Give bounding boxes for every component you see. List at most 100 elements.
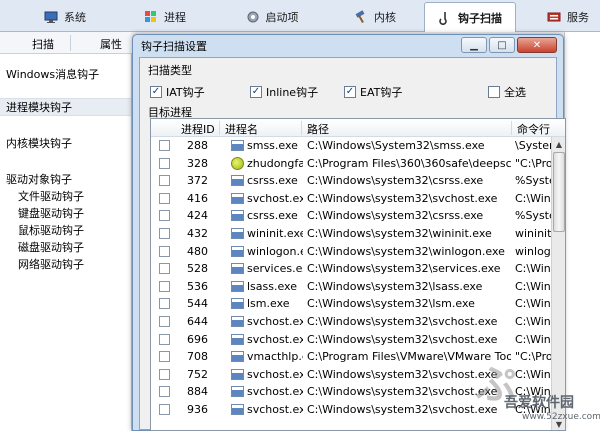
left-item-driver-object-hook[interactable]: 驱动对象钩子	[0, 171, 131, 189]
row-checkbox[interactable]	[159, 263, 170, 275]
site-watermark: ぷ 吾爱软件园 www.52zxue.com	[470, 352, 600, 428]
row-checkbox[interactable]	[159, 404, 170, 415]
process-name-cell: svchost.exe	[247, 367, 303, 381]
row-checkbox[interactable]	[159, 245, 170, 257]
col-name[interactable]: 进程名	[225, 121, 258, 136]
process-name-cell: svchost.exe	[247, 191, 303, 205]
row-checkbox[interactable]	[159, 280, 170, 292]
table-row[interactable]: 288 smss.exe C:\Windows\System32\smss.exe \…	[151, 137, 551, 155]
row-checkbox[interactable]	[159, 175, 170, 187]
props-header[interactable]: 属性	[100, 36, 122, 52]
row-checkbox[interactable]	[159, 228, 170, 239]
table-row[interactable]: 328 zhudongfan... C:\Program Files\360\360…	[151, 155, 551, 173]
exe-file-icon	[231, 228, 244, 239]
row-checkbox[interactable]	[159, 351, 170, 363]
pid-cell: 644	[187, 315, 208, 328]
scan-header[interactable]: 扫描	[32, 36, 54, 52]
row-checkbox[interactable]	[159, 210, 170, 222]
row-checkbox[interactable]	[159, 192, 170, 204]
table-row[interactable]: 644 svchost.exe C:\Windows\system32\svchos…	[151, 313, 551, 331]
iat-hook-checkbox[interactable]: ✓	[150, 86, 162, 98]
row-checkbox[interactable]	[159, 298, 170, 310]
table-row[interactable]: 480 winlogon.exe C:\Windows\system32\winlo…	[151, 243, 551, 261]
exe-file-icon	[231, 263, 244, 275]
pid-cell: 288	[187, 139, 208, 152]
pid-cell: 544	[187, 297, 208, 311]
inline-hook-option[interactable]: ✓ Inline钩子	[250, 84, 318, 100]
left-item-windows-msg-hook[interactable]: Windows消息钩子	[0, 66, 131, 84]
left-item-kernel-module-hook[interactable]: 内核模块钩子	[0, 135, 131, 153]
eat-hook-option[interactable]: ✓ EAT钩子	[344, 84, 402, 100]
path-cell: C:\Windows\system32\svchost.exe	[307, 315, 498, 328]
process-name-cell: svchost.exe	[247, 385, 303, 399]
col-cmdline[interactable]: 命令行	[517, 121, 550, 136]
row-checkbox[interactable]	[159, 140, 170, 151]
tab-services[interactable]: 服务	[536, 3, 600, 31]
tab-label: 启动项	[265, 11, 299, 24]
exe-file-icon	[231, 386, 244, 398]
pid-cell: 424	[187, 209, 208, 223]
path-cell: C:\Windows\system32\wininit.exe	[307, 227, 492, 240]
exe-file-icon	[231, 316, 244, 327]
tab-system[interactable]: 系统	[30, 3, 100, 31]
table-row[interactable]: 432 wininit.exe C:\Windows\system32\winini…	[151, 225, 551, 243]
table-row[interactable]: 528 services.exe C:\Windows\system32\servi…	[151, 260, 551, 278]
row-checkbox[interactable]	[159, 386, 170, 398]
col-pid[interactable]: 进程ID	[181, 121, 215, 136]
left-item-disk-driver-hook[interactable]: 磁盘驱动钩子	[0, 239, 131, 257]
cmdline-cell: C:\Windo	[515, 297, 551, 311]
row-checkbox[interactable]	[159, 333, 170, 345]
dialog-title: 钩子扫描设置	[141, 40, 207, 53]
cmdline-cell: C:\Windo	[515, 191, 551, 205]
table-row[interactable]: 536 lsass.exe C:\Windows\system32\lsass.ex…	[151, 278, 551, 296]
pid-cell: 416	[187, 191, 208, 205]
row-checkbox[interactable]	[159, 157, 170, 169]
left-item-process-module-hook[interactable]: 进程模块钩子	[0, 98, 131, 116]
close-button[interactable]: ✕	[517, 37, 557, 53]
tab-kernel[interactable]: 内核	[340, 3, 410, 31]
tab-startup[interactable]: 启动项	[232, 3, 312, 31]
path-cell: C:\Program Files\360\360safe\deepscan...	[307, 156, 511, 170]
scrollbar-thumb[interactable]	[553, 152, 565, 232]
left-item-file-driver-hook[interactable]: 文件驱动钩子	[0, 188, 131, 206]
eat-hook-checkbox[interactable]: ✓	[344, 86, 356, 98]
table-row[interactable]: 416 svchost.exe C:\Windows\system32\svchos…	[151, 190, 551, 208]
process-name-cell: services.exe	[247, 262, 303, 276]
process-name-cell: winlogon.exe	[247, 244, 303, 258]
inline-hook-label: Inline钩子	[266, 86, 319, 99]
header-divider	[70, 35, 71, 51]
gear-icon	[246, 10, 260, 24]
table-row[interactable]: 372 csrss.exe C:\Windows\system32\csrss.ex…	[151, 172, 551, 190]
pid-cell: 528	[187, 262, 208, 276]
col-path[interactable]: 路径	[307, 121, 329, 136]
left-item-keyboard-driver-hook[interactable]: 键盘驱动钩子	[0, 205, 131, 223]
left-item-network-driver-hook[interactable]: 网络驱动钩子	[0, 256, 131, 274]
tab-process[interactable]: 进程	[130, 3, 200, 31]
exe-file-icon	[231, 333, 244, 345]
process-name-cell: smss.exe	[247, 139, 298, 152]
path-cell: C:\Windows\system32\services.exe	[307, 262, 501, 276]
cmdline-cell: %SystemI	[515, 209, 551, 223]
select-all-option[interactable]: 全选	[488, 84, 526, 100]
close-icon: ✕	[532, 39, 542, 51]
table-row[interactable]: 424 csrss.exe C:\Windows\system32\csrss.ex…	[151, 207, 551, 225]
row-checkbox[interactable]	[159, 368, 170, 380]
exe-file-icon	[231, 140, 244, 151]
select-all-checkbox[interactable]	[488, 86, 500, 98]
inline-hook-checkbox[interactable]: ✓	[250, 86, 262, 98]
iat-hook-option[interactable]: ✓ IAT钩子	[150, 84, 205, 100]
left-item-mouse-driver-hook[interactable]: 鼠标驱动钩子	[0, 222, 131, 240]
table-row[interactable]: 696 svchost.exe C:\Windows\system32\svchos…	[151, 331, 551, 349]
pid-cell: 752	[187, 367, 208, 381]
table-row[interactable]: 544 lsm.exe C:\Windows\system32\lsm.exe C:\…	[151, 295, 551, 313]
left-panel: 扫描 属性 Windows消息钩子 进程模块钩子 内核模块钩子 驱动对象钩子 文…	[0, 32, 132, 431]
window-controls: ▁ □ ✕	[461, 37, 557, 53]
scroll-up-icon[interactable]: ▲	[552, 137, 565, 151]
row-checkbox[interactable]	[159, 316, 170, 327]
pid-cell: 936	[187, 403, 208, 416]
maximize-button[interactable]: □	[489, 37, 515, 53]
watermark-url: www.52zxue.com	[522, 412, 600, 422]
minimize-button[interactable]: ▁	[461, 37, 487, 53]
tab-hook-scan[interactable]: 钩子扫描	[424, 2, 516, 32]
path-cell: C:\Windows\system32\csrss.exe	[307, 209, 484, 223]
